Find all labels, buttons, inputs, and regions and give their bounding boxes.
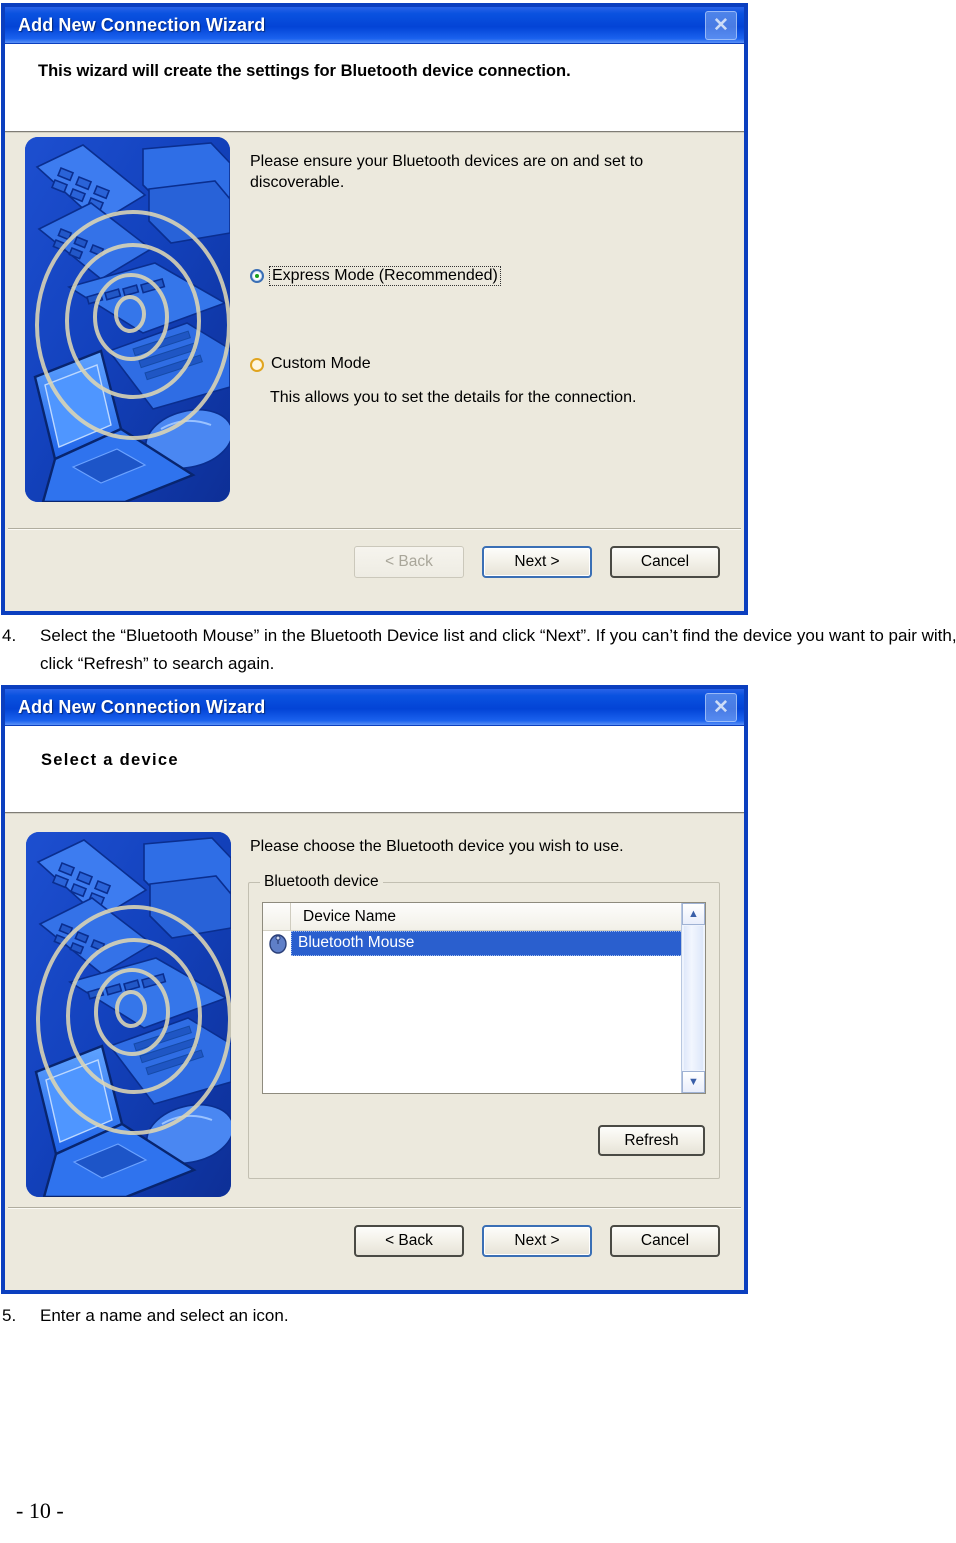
refresh-button[interactable]: Refresh: [598, 1125, 705, 1156]
close-icon[interactable]: ✕: [705, 11, 737, 40]
add-new-connection-wizard-dialog-2: Add New Connection Wizard ✕ Select a dev…: [2, 686, 747, 1293]
wizard-header-dialog-2: Select a device: [5, 726, 744, 814]
step-4-number: 4.: [2, 626, 17, 645]
wizard-footer-dialog-1: < Back Next > Cancel: [5, 530, 744, 578]
titlebar-dialog-1: Add New Connection Wizard ✕: [5, 7, 744, 44]
bluetooth-device-groupbox: Bluetooth device Device Name Bluetooth M…: [248, 873, 720, 1179]
radio-custom-mode[interactable]: Custom Mode: [250, 355, 371, 373]
close-icon[interactable]: ✕: [705, 693, 737, 722]
next-button[interactable]: Next >: [482, 546, 592, 578]
wizard-body-dialog-1: Please ensure your Bluetooth devices are…: [5, 133, 744, 528]
radio-express-mode[interactable]: Express Mode (Recommended): [250, 266, 501, 286]
window-title: Add New Connection Wizard: [18, 14, 266, 35]
cancel-button[interactable]: Cancel: [610, 546, 720, 578]
body-instruction-text: Please ensure your Bluetooth devices are…: [250, 153, 644, 192]
device-listbox[interactable]: Device Name Bluetooth Mouse ▲ ▼: [262, 902, 706, 1094]
bluetooth-devices-illustration: [25, 137, 230, 502]
wizard-header-dialog-1: This wizard will create the settings for…: [5, 44, 744, 133]
body-instruction-text: Please choose the Bluetooth device you w…: [250, 838, 624, 855]
step-4-text: Select the “Bluetooth Mouse” in the Blue…: [40, 626, 956, 673]
scroll-up-icon[interactable]: ▲: [682, 903, 705, 925]
list-header-gutter: [263, 903, 291, 930]
titlebar-dialog-2: Add New Connection Wizard ✕: [5, 689, 744, 726]
wizard-body-dialog-2: Please choose the Bluetooth device you w…: [5, 814, 744, 1207]
next-button-label: Next >: [514, 553, 560, 570]
cancel-button-label: Cancel: [640, 1232, 690, 1249]
device-list-scrollbar[interactable]: ▲ ▼: [681, 903, 705, 1093]
wizard-header-text: This wizard will create the settings for…: [38, 62, 571, 80]
step-5-number: 5.: [2, 1306, 17, 1325]
add-new-connection-wizard-dialog-1: Add New Connection Wizard ✕ This wizard …: [2, 4, 747, 614]
next-button-label: Next >: [514, 1232, 560, 1249]
back-button-label: < Back: [385, 553, 433, 570]
radio-label-express-mode: Express Mode (Recommended): [272, 267, 498, 284]
radio-description-custom-mode: This allows you to set the details for t…: [270, 389, 637, 406]
radio-indicator-selected: [250, 269, 264, 283]
cancel-button-label: Cancel: [640, 553, 690, 570]
window-title: Add New Connection Wizard: [18, 696, 266, 717]
groupbox-title: Bluetooth device: [260, 873, 383, 891]
bluetooth-devices-illustration: [26, 832, 231, 1197]
scroll-down-icon[interactable]: ▼: [682, 1071, 705, 1093]
device-list-header: Device Name: [263, 903, 705, 931]
scrollbar-track[interactable]: [684, 926, 703, 1070]
device-name-cell: Bluetooth Mouse: [291, 931, 705, 956]
back-button[interactable]: < Back: [354, 546, 464, 578]
list-column-header-device-name: Device Name: [303, 907, 397, 925]
radio-label-custom-mode: Custom Mode: [271, 355, 371, 372]
wizard-footer-dialog-2: < Back Next > Cancel: [5, 1209, 744, 1257]
page-number: - 10 -: [16, 1498, 64, 1523]
next-button[interactable]: Next >: [482, 1225, 592, 1257]
back-button[interactable]: < Back: [354, 1225, 464, 1257]
bluetooth-mouse-icon: [267, 933, 289, 954]
cancel-button[interactable]: Cancel: [610, 1225, 720, 1257]
radio-focus-ring: Express Mode (Recommended): [269, 266, 501, 286]
table-row[interactable]: Bluetooth Mouse: [263, 931, 705, 956]
radio-indicator-unselected: [250, 358, 264, 372]
wizard-header-text: Select a device: [41, 751, 179, 769]
refresh-button-label: Refresh: [624, 1131, 679, 1149]
back-button-label: < Back: [385, 1232, 433, 1249]
step-5-text: Enter a name and select an icon.: [40, 1306, 289, 1325]
